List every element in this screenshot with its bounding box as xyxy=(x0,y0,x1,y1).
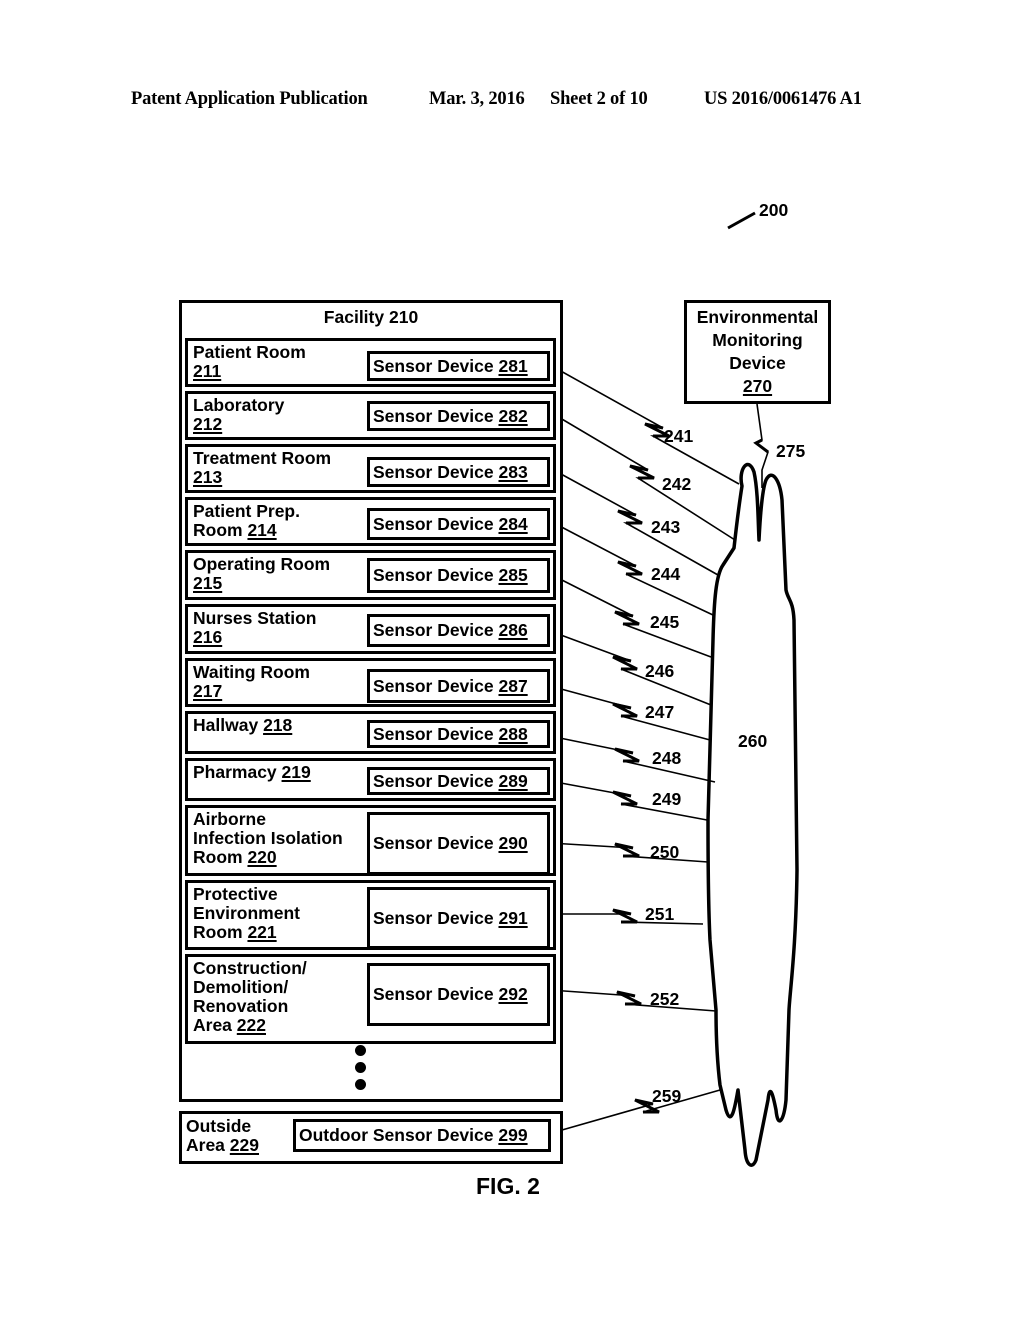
sensor-device: Sensor Device 282 xyxy=(367,401,550,431)
room-label: Operating Room 215 xyxy=(193,554,331,593)
sensor-device: Sensor Device 289 xyxy=(367,767,550,795)
figure-caption: FIG. 2 xyxy=(476,1173,540,1199)
outside-area-label: Outside Area 229 xyxy=(186,1116,259,1155)
environmental-monitoring-device-box: Environmental Monitoring Device 270 xyxy=(684,300,831,404)
link-label: 243 xyxy=(651,517,681,537)
wireless-link-zigzag xyxy=(614,610,640,626)
sensor-device: Sensor Device 283 xyxy=(367,457,550,487)
room-ref: 214 xyxy=(247,520,277,540)
monitor-label: Environmental Monitoring Device 270 xyxy=(696,307,819,396)
room-ref: 212 xyxy=(193,414,223,434)
link-label: 244 xyxy=(651,564,681,584)
room-box: Laboratory 212 Sensor Device 282 xyxy=(185,391,556,440)
link-label: 249 xyxy=(652,789,682,809)
room-ref: 221 xyxy=(247,922,277,942)
sensor-device: Sensor Device 291 xyxy=(367,887,550,949)
link-label: 247 xyxy=(645,702,675,722)
figure-ref-label: 200 xyxy=(759,200,789,220)
wireless-link-zigzag xyxy=(617,509,643,525)
link-label: 241 xyxy=(664,426,694,446)
room-box: Pharmacy 219 Sensor Device 289 xyxy=(185,758,556,801)
figure-ref-leader xyxy=(727,211,756,230)
room-box: Airborne Infection Isolation Room 220 Senso… xyxy=(185,805,556,876)
sensor-device: Sensor Device 287 xyxy=(367,669,550,703)
room-box: Nurses Station 216 Sensor Device 286 xyxy=(185,604,556,654)
room-ref: 220 xyxy=(247,847,277,867)
room-label: Waiting Room 217 xyxy=(193,662,310,701)
outdoor-sensor-device: Outdoor Sensor Device 299 xyxy=(293,1119,551,1152)
sensor-device: Sensor Device 281 xyxy=(367,351,550,381)
sensor-device: Sensor Device 290 xyxy=(367,812,550,875)
room-box: Operating Room 215 Sensor Device 285 xyxy=(185,550,556,600)
room-label: Airborne Infection Isolation Room 220 xyxy=(193,809,343,867)
room-label: Laboratory 212 xyxy=(193,395,285,434)
room-ref: 215 xyxy=(193,573,223,593)
link-label: 251 xyxy=(645,904,675,924)
monitor-link-label: 275 xyxy=(776,441,806,461)
sensor-device: Sensor Device 284 xyxy=(367,508,550,540)
wireless-link-zigzag xyxy=(612,655,638,671)
link-label: 242 xyxy=(662,474,692,494)
sensor-device: Sensor Device 292 xyxy=(367,963,550,1026)
wireless-link-zigzag xyxy=(616,990,642,1006)
wireless-link xyxy=(549,411,736,541)
link-label: 246 xyxy=(645,661,675,681)
network-cloud xyxy=(706,462,799,1167)
room-label: Construction/Demolition/Renovation Area 2… xyxy=(193,958,307,1035)
wireless-link-zigzag xyxy=(612,702,638,718)
room-ref: 222 xyxy=(236,1015,266,1035)
room-ref: 218 xyxy=(263,715,293,735)
link-label: 248 xyxy=(652,748,682,768)
room-box: Treatment Room 213 Sensor Device 283 xyxy=(185,444,556,493)
room-label: Hallway 218 xyxy=(193,715,293,735)
link-label: 252 xyxy=(650,989,680,1009)
link-label: 259 xyxy=(652,1086,682,1106)
wireless-link xyxy=(554,1089,721,1133)
link-label: 250 xyxy=(650,842,680,862)
room-label: Protective Environment Room 221 xyxy=(193,884,300,942)
room-label: Pharmacy 219 xyxy=(193,762,311,782)
sensor-device: Sensor Device 285 xyxy=(367,558,550,593)
wireless-link-zigzag xyxy=(617,560,643,576)
monitor-link-zigzag xyxy=(753,438,769,454)
sensor-device: Sensor Device 286 xyxy=(367,614,550,647)
room-label: Patient Room 211 xyxy=(193,342,306,381)
wireless-link-zigzag xyxy=(612,908,638,924)
room-box: Hallway 218 Sensor Device 288 xyxy=(185,711,556,754)
room-ref: 219 xyxy=(281,762,311,782)
outside-area-box: Outside Area 229 Outdoor Sensor Device 2… xyxy=(179,1111,563,1164)
wireless-link-zigzag xyxy=(612,790,638,806)
room-label: Nurses Station 216 xyxy=(193,608,317,647)
link-label: 245 xyxy=(650,612,680,632)
wireless-link-zigzag xyxy=(614,842,640,858)
wireless-link-zigzag xyxy=(614,747,640,763)
room-ref: 217 xyxy=(193,681,223,701)
room-ref: 211 xyxy=(193,361,222,381)
room-box: Waiting Room 217 Sensor Device 287 xyxy=(185,658,556,707)
wireless-link-zigzag xyxy=(629,464,655,480)
facility-title: Facility 210 xyxy=(323,307,419,327)
room-box: Patient Room 211 Sensor Device 281 xyxy=(185,338,556,387)
room-label: Treatment Room 213 xyxy=(193,448,332,487)
room-label: Patient Prep. Room 214 xyxy=(193,501,300,540)
room-ref: 216 xyxy=(193,627,223,647)
network-label: 260 xyxy=(738,731,768,751)
sensor-device: Sensor Device 288 xyxy=(367,720,550,748)
room-box: Construction/Demolition/Renovation Area 2… xyxy=(185,954,556,1044)
room-box: Patient Prep. Room 214 Sensor Device 284 xyxy=(185,497,556,546)
room-ref: 213 xyxy=(193,467,223,487)
ellipsis-dots xyxy=(355,1045,366,1090)
room-box: Protective Environment Room 221 Sensor Devi… xyxy=(185,880,556,950)
